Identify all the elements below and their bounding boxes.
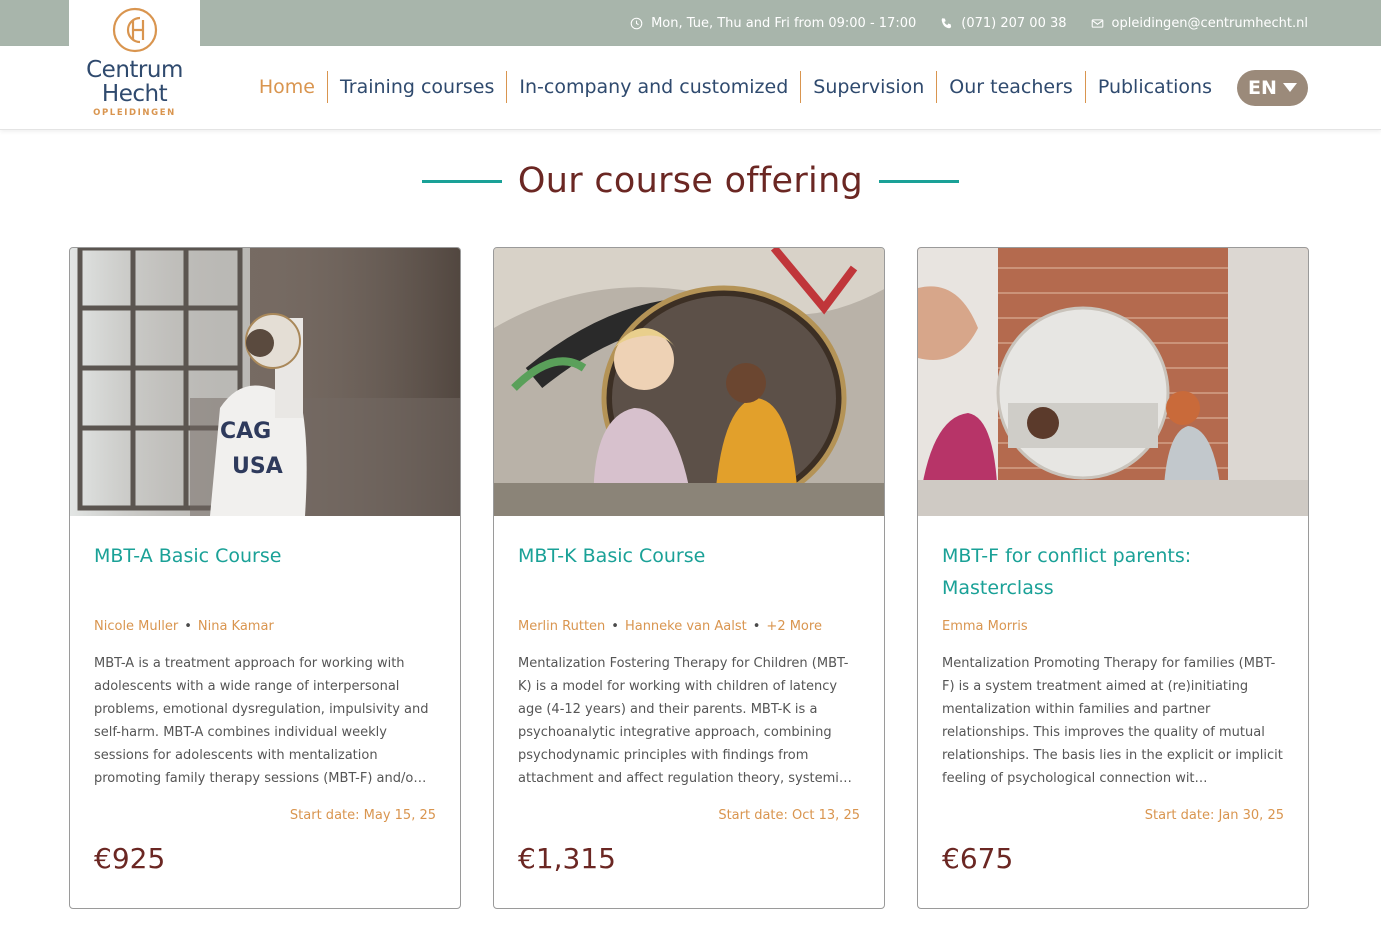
teacher-name[interactable]: Emma Morris bbox=[942, 619, 1028, 634]
course-card-body: MBT-A Basic Course Nicole Muller • Nina Ka… bbox=[94, 516, 436, 908]
site-logo[interactable]: Centrum Hecht OPLEIDINGEN bbox=[69, 0, 200, 128]
course-card[interactable]: MBT-K Basic Course Merlin Rutten • Hanneke… bbox=[493, 247, 885, 909]
contact-info: Mon, Tue, Thu and Fri from 09:00 - 17:00… bbox=[630, 0, 1308, 46]
clock-icon bbox=[630, 17, 643, 29]
logo-monogram-icon bbox=[112, 7, 157, 53]
course-photo-mirror bbox=[918, 248, 1308, 516]
course-photo-tunnel bbox=[494, 248, 884, 516]
teacher-name[interactable]: Hanneke van Aalst bbox=[625, 619, 747, 634]
email-text: opleidingen@centrumhecht.nl bbox=[1111, 15, 1308, 31]
teacher-name[interactable]: Nicole Muller bbox=[94, 619, 178, 634]
nav-item-home[interactable]: Home bbox=[247, 71, 327, 103]
mail-icon bbox=[1091, 18, 1103, 28]
course-image[interactable] bbox=[494, 248, 884, 516]
course-image[interactable]: CAG USA bbox=[70, 248, 460, 516]
phone-text: (071) 207 00 38 bbox=[961, 15, 1067, 31]
phone-icon bbox=[941, 17, 952, 28]
language-label: EN bbox=[1248, 77, 1277, 99]
course-teachers: Emma Morris bbox=[942, 619, 1028, 634]
course-card[interactable]: MBT-F for conflict parents: Masterclass … bbox=[917, 247, 1309, 909]
heading-divider-left bbox=[421, 179, 502, 183]
page-title: Our course offering bbox=[517, 161, 864, 201]
heading-divider-right bbox=[879, 179, 960, 183]
course-start-date: Start date: Oct 13, 25 bbox=[718, 808, 860, 823]
course-start-date: Start date: Jan 30, 25 bbox=[1144, 808, 1284, 823]
course-price: €675 bbox=[942, 842, 1014, 875]
main-navbar: Home Training courses In-company and cus… bbox=[0, 46, 1381, 130]
nav-item-training-courses[interactable]: Training courses bbox=[326, 71, 506, 103]
course-price: €925 bbox=[94, 842, 166, 875]
course-start-date: Start date: May 15, 25 bbox=[289, 808, 436, 823]
course-description: Mentalization Fostering Therapy for Chil… bbox=[518, 656, 852, 786]
course-teachers: Nicole Muller • Nina Kamar bbox=[94, 619, 274, 634]
course-photo-window: CAG USA bbox=[70, 248, 460, 516]
course-price: €1,315 bbox=[518, 842, 616, 875]
nav-item-in-company[interactable]: In-company and customized bbox=[506, 71, 800, 103]
separator-dot: • bbox=[184, 619, 192, 634]
top-info-bar: Mon, Tue, Thu and Fri from 09:00 - 17:00… bbox=[0, 0, 1381, 46]
svg-text:USA: USA bbox=[232, 454, 283, 479]
teacher-name[interactable]: Nina Kamar bbox=[198, 619, 274, 634]
caret-down-icon bbox=[1282, 83, 1297, 92]
svg-text:CAG: CAG bbox=[220, 419, 271, 444]
course-teachers: Merlin Rutten • Hanneke van Aalst • +2 More bbox=[518, 619, 822, 634]
separator-dot: • bbox=[611, 619, 619, 634]
section-heading: Our course offering bbox=[0, 155, 1381, 207]
phone-link[interactable]: (071) 207 00 38 bbox=[940, 15, 1067, 31]
email-link[interactable]: opleidingen@centrumhecht.nl bbox=[1091, 16, 1308, 31]
more-teachers-link[interactable]: +2 More bbox=[766, 619, 822, 634]
course-card-body: MBT-F for conflict parents: Masterclass … bbox=[942, 516, 1284, 908]
course-description: MBT-A is a treatment approach for workin… bbox=[94, 656, 429, 786]
language-selector[interactable]: EN bbox=[1237, 70, 1308, 106]
course-title[interactable]: MBT-K Basic Course bbox=[518, 540, 705, 572]
opening-hours-text: Mon, Tue, Thu and Fri from 09:00 - 17:00 bbox=[651, 15, 917, 31]
course-card-body: MBT-K Basic Course Merlin Rutten • Hanneke… bbox=[518, 516, 860, 908]
logo-text-opleidingen: OPLEIDINGEN bbox=[93, 108, 176, 118]
logo-text-hecht: Hecht bbox=[101, 81, 168, 107]
teacher-name[interactable]: Merlin Rutten bbox=[518, 619, 605, 634]
logo-text-centrum: Centrum bbox=[86, 57, 183, 83]
separator-dot: • bbox=[752, 619, 761, 634]
course-description: Mentalization Promoting Therapy for fami… bbox=[942, 656, 1283, 786]
opening-hours: Mon, Tue, Thu and Fri from 09:00 - 17:00 bbox=[630, 16, 916, 31]
course-card[interactable]: CAG USA MBT-A Basic Course Nicole Muller… bbox=[69, 247, 461, 909]
course-title[interactable]: MBT-F for conflict parents: Masterclass bbox=[942, 540, 1284, 604]
nav-item-publications[interactable]: Publications bbox=[1084, 71, 1224, 103]
course-title[interactable]: MBT-A Basic Course bbox=[94, 540, 281, 572]
course-image[interactable] bbox=[918, 248, 1308, 516]
nav-item-supervision[interactable]: Supervision bbox=[800, 71, 936, 103]
main-nav: Home Training courses In-company and cus… bbox=[247, 71, 1224, 103]
nav-item-our-teachers[interactable]: Our teachers bbox=[936, 71, 1085, 103]
